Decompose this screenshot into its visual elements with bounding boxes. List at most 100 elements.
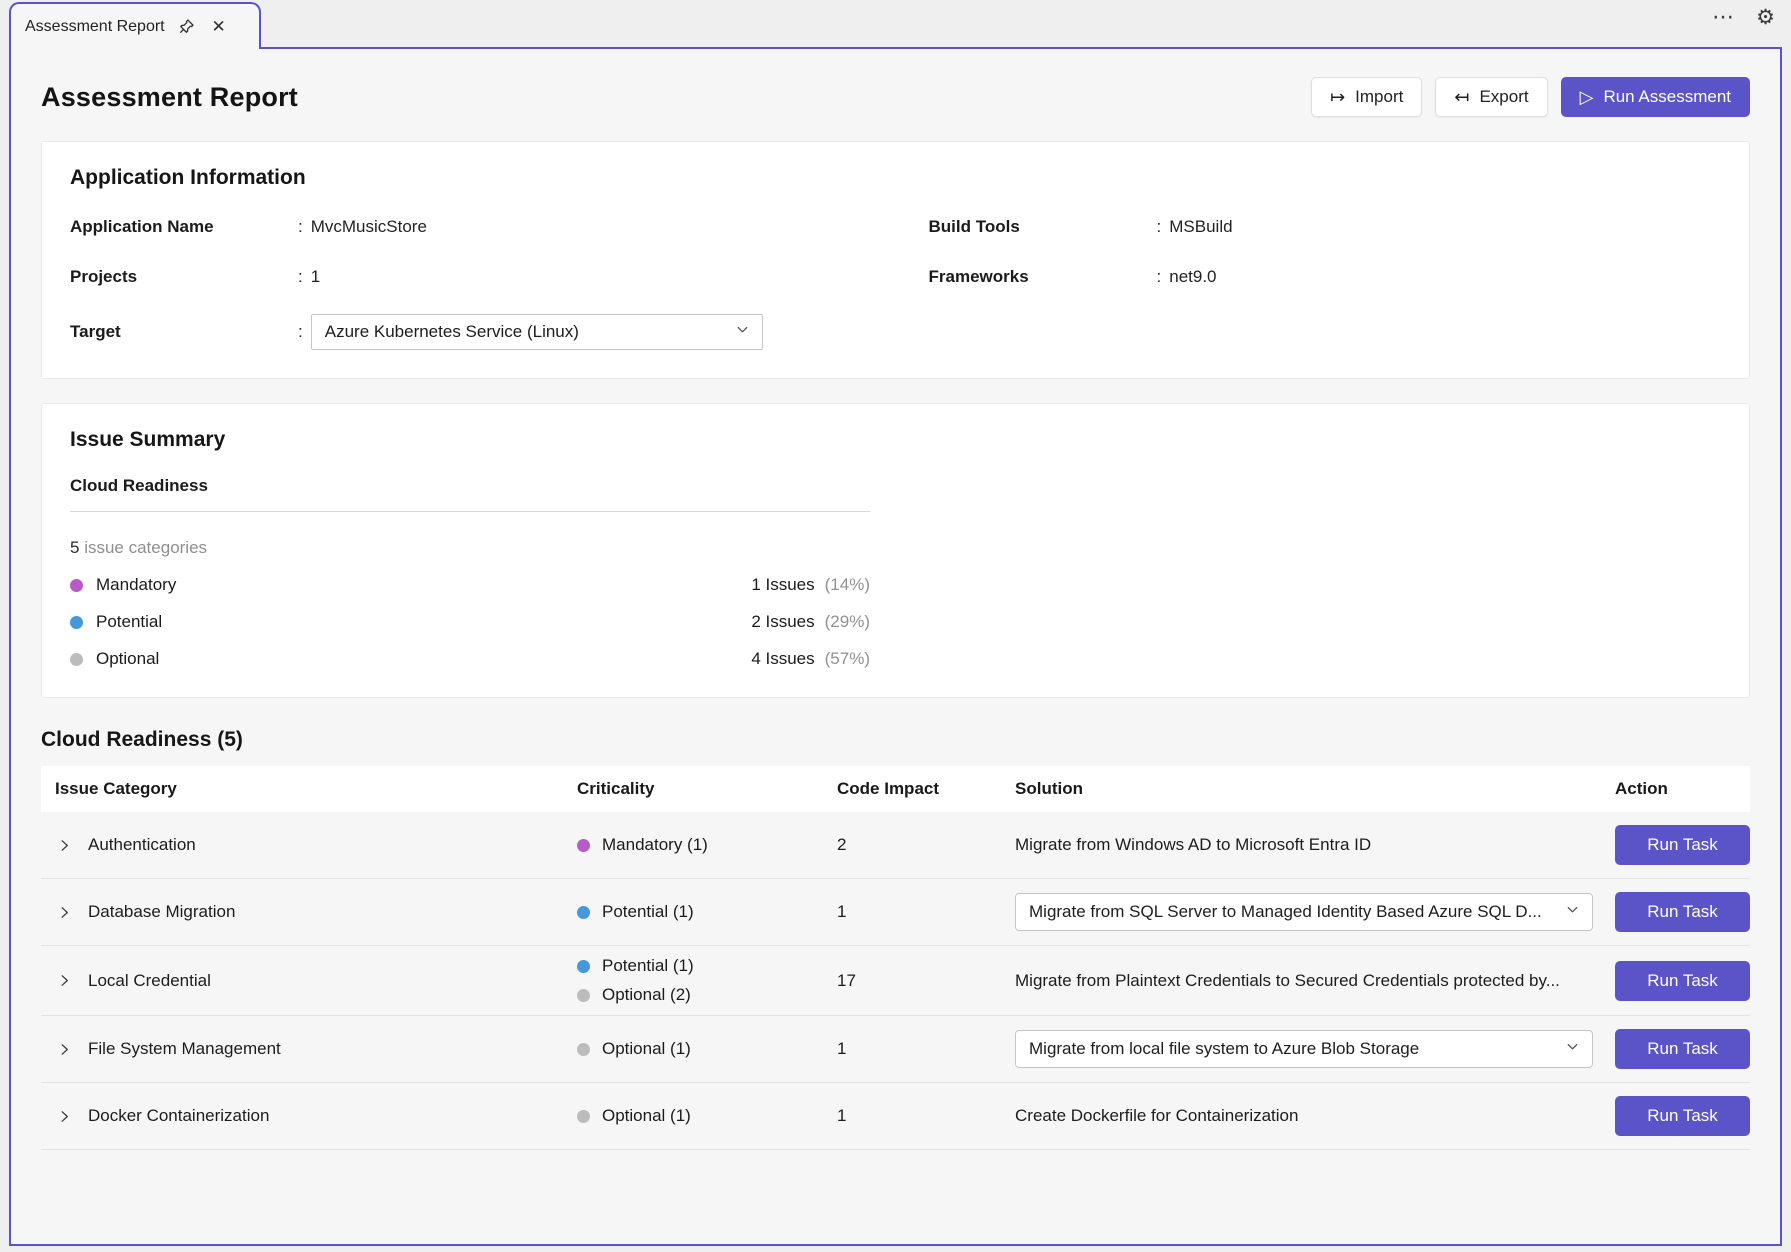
- legend-count-group: 4 Issues(57%): [751, 649, 870, 669]
- table-row: File System Management Optional (1) 1 Migra…: [41, 1016, 1750, 1083]
- issue-category-name: Local Credential: [88, 971, 211, 991]
- table-row: Database MigrationPotential (1)1Migrate …: [41, 879, 1750, 946]
- run-task-button[interactable]: Run Task: [1615, 1029, 1750, 1069]
- import-label: Import: [1355, 87, 1403, 107]
- issue-category-cell: Authentication: [41, 835, 577, 855]
- close-icon[interactable]: ✕: [209, 17, 229, 37]
- legend-count: 2 Issues: [751, 612, 814, 632]
- criticality-label: Potential (1): [602, 956, 694, 976]
- legend-left: Optional: [70, 649, 159, 669]
- run-task-button[interactable]: Run Task: [1615, 1096, 1750, 1136]
- legend-count-group: 2 Issues(29%): [751, 612, 870, 632]
- issue-categories-line: 5 issue categories: [70, 538, 1721, 558]
- field-label: Application Name: [70, 217, 298, 237]
- application-information-right-column: Build Tools:MSBuildFrameworks:net9.0: [929, 190, 1721, 350]
- solution-text: Create Dockerfile for Containerization: [1015, 1106, 1298, 1125]
- run-task-button[interactable]: Run Task: [1615, 961, 1750, 1001]
- solution-cell: Create Dockerfile for Containerization: [1015, 1106, 1615, 1126]
- action-cell: Run Task: [1615, 1029, 1750, 1069]
- criticality-label: Optional (1): [602, 1039, 691, 1059]
- criticality-line: Potential (1): [577, 902, 837, 922]
- criticality-label: Mandatory (1): [602, 835, 708, 855]
- table-row: Docker ContainerizationOptional (1)1 Crea…: [41, 1083, 1750, 1150]
- criticality-dot: [577, 989, 590, 1002]
- legend-name: Potential: [96, 612, 162, 632]
- issue-category-name: Database Migration: [88, 902, 235, 922]
- solution-select[interactable]: Migrate from local file system to Azure …: [1015, 1030, 1593, 1068]
- legend-percent: (57%): [825, 649, 870, 669]
- issue-category-cell: Docker Containerization: [41, 1106, 577, 1126]
- table-row: Local Credential Potential (1)Optional (2…: [41, 946, 1750, 1016]
- chevron-right-icon[interactable]: [55, 903, 73, 921]
- run-assessment-button[interactable]: ▷ Run Assessment: [1561, 77, 1750, 117]
- chevron-right-icon[interactable]: [55, 836, 73, 854]
- criticality-cell: Optional (1): [577, 1029, 837, 1069]
- run-task-button[interactable]: Run Task: [1615, 892, 1750, 932]
- legend-row-mandatory: Mandatory1 Issues(14%): [70, 575, 870, 595]
- subtab-divider: [70, 511, 870, 512]
- criticality-cell: Optional (1): [577, 1096, 837, 1136]
- gear-icon[interactable]: ⚙: [1756, 7, 1775, 28]
- issue-summary-legend: Mandatory1 Issues(14%)Potential2 Issues(…: [70, 575, 870, 669]
- target-select-value: Azure Kubernetes Service (Linux): [325, 322, 579, 342]
- criticality-line: Optional (1): [577, 1039, 837, 1059]
- export-button[interactable]: ↤ Export: [1435, 77, 1547, 117]
- criticality-line: Potential (1): [577, 956, 837, 976]
- export-label: Export: [1479, 87, 1528, 107]
- tab-title: Assessment Report: [25, 18, 165, 36]
- criticality-line: Optional (1): [577, 1106, 837, 1126]
- run-task-button[interactable]: Run Task: [1615, 825, 1750, 865]
- column-header-code-impact: Code Impact: [837, 779, 1015, 799]
- code-impact-value: 1: [837, 1039, 846, 1058]
- code-impact-value: 1: [837, 1106, 846, 1125]
- issue-categories-suffix: issue categories: [79, 538, 207, 557]
- solution-cell: Migrate from Plaintext Credentials to Se…: [1015, 971, 1615, 991]
- code-impact-value: 17: [837, 971, 856, 990]
- import-button[interactable]: ↦ Import: [1311, 77, 1422, 117]
- legend-percent: (14%): [825, 575, 870, 595]
- table-header-row: Issue CategoryCriticalityCode ImpactSolu…: [41, 766, 1750, 812]
- assessment-report-panel: Assessment Report ↦ Import ↤ Export ▷ Ru…: [9, 47, 1782, 1246]
- field-value: net9.0: [1169, 267, 1216, 287]
- pin-icon[interactable]: [177, 17, 197, 37]
- action-cell: Run Task: [1615, 892, 1750, 932]
- code-impact-cell: 17: [837, 971, 1015, 991]
- column-header-action: Action: [1615, 779, 1750, 799]
- table-body: AuthenticationMandatory (1)2Migrate from…: [41, 812, 1750, 1150]
- window-actions: ⋯ ⚙: [1712, 6, 1775, 28]
- legend-count: 1 Issues: [751, 575, 814, 595]
- application-information-left-column: Application Name: MvcMusicStore Projects:1…: [70, 190, 929, 350]
- tab-assessment-report[interactable]: Assessment Report ✕: [9, 2, 261, 49]
- criticality-cell: Potential (1)Optional (2): [577, 946, 837, 1015]
- target-select[interactable]: Azure Kubernetes Service (Linux): [311, 314, 763, 350]
- column-header-issue-category: Issue Category: [41, 779, 577, 799]
- tab-bar: Assessment Report ✕ ⋯ ⚙: [0, 0, 1791, 47]
- chevron-down-icon: [735, 322, 750, 342]
- info-row-right-1: Frameworks:net9.0: [929, 264, 1721, 290]
- criticality-cell: Potential (1): [577, 892, 837, 932]
- cloud-readiness-title: Cloud Readiness (5): [41, 728, 1750, 752]
- chevron-right-icon[interactable]: [55, 1040, 73, 1058]
- field-label: Build Tools: [929, 217, 1157, 237]
- chevron-right-icon[interactable]: [55, 972, 73, 990]
- issue-category-cell: File System Management: [41, 1039, 577, 1059]
- chevron-right-icon[interactable]: [55, 1107, 73, 1125]
- issue-category-cell: Local Credential: [41, 971, 577, 991]
- legend-left: Potential: [70, 612, 162, 632]
- action-cell: Run Task: [1615, 1096, 1750, 1136]
- criticality-dot: [577, 839, 590, 852]
- optional-dot: [70, 653, 83, 666]
- field-colon: :: [298, 267, 303, 287]
- solution-select[interactable]: Migrate from SQL Server to Managed Ident…: [1015, 893, 1593, 931]
- panel-header: Assessment Report ↦ Import ↤ Export ▷ Ru…: [11, 49, 1780, 141]
- action-cell: Run Task: [1615, 961, 1750, 1001]
- cloud-readiness-subtab[interactable]: Cloud Readiness: [70, 476, 1721, 496]
- info-row-left-1: Projects:1: [70, 264, 929, 290]
- criticality-dot: [577, 1110, 590, 1123]
- field-value: MvcMusicStore: [311, 217, 427, 237]
- legend-row-potential: Potential 2 Issues(29%): [70, 612, 870, 632]
- solution-select-value: Migrate from SQL Server to Managed Ident…: [1029, 902, 1542, 922]
- more-actions-icon[interactable]: ⋯: [1712, 6, 1734, 28]
- criticality-label: Potential (1): [602, 902, 694, 922]
- criticality-cell: Mandatory (1): [577, 825, 837, 865]
